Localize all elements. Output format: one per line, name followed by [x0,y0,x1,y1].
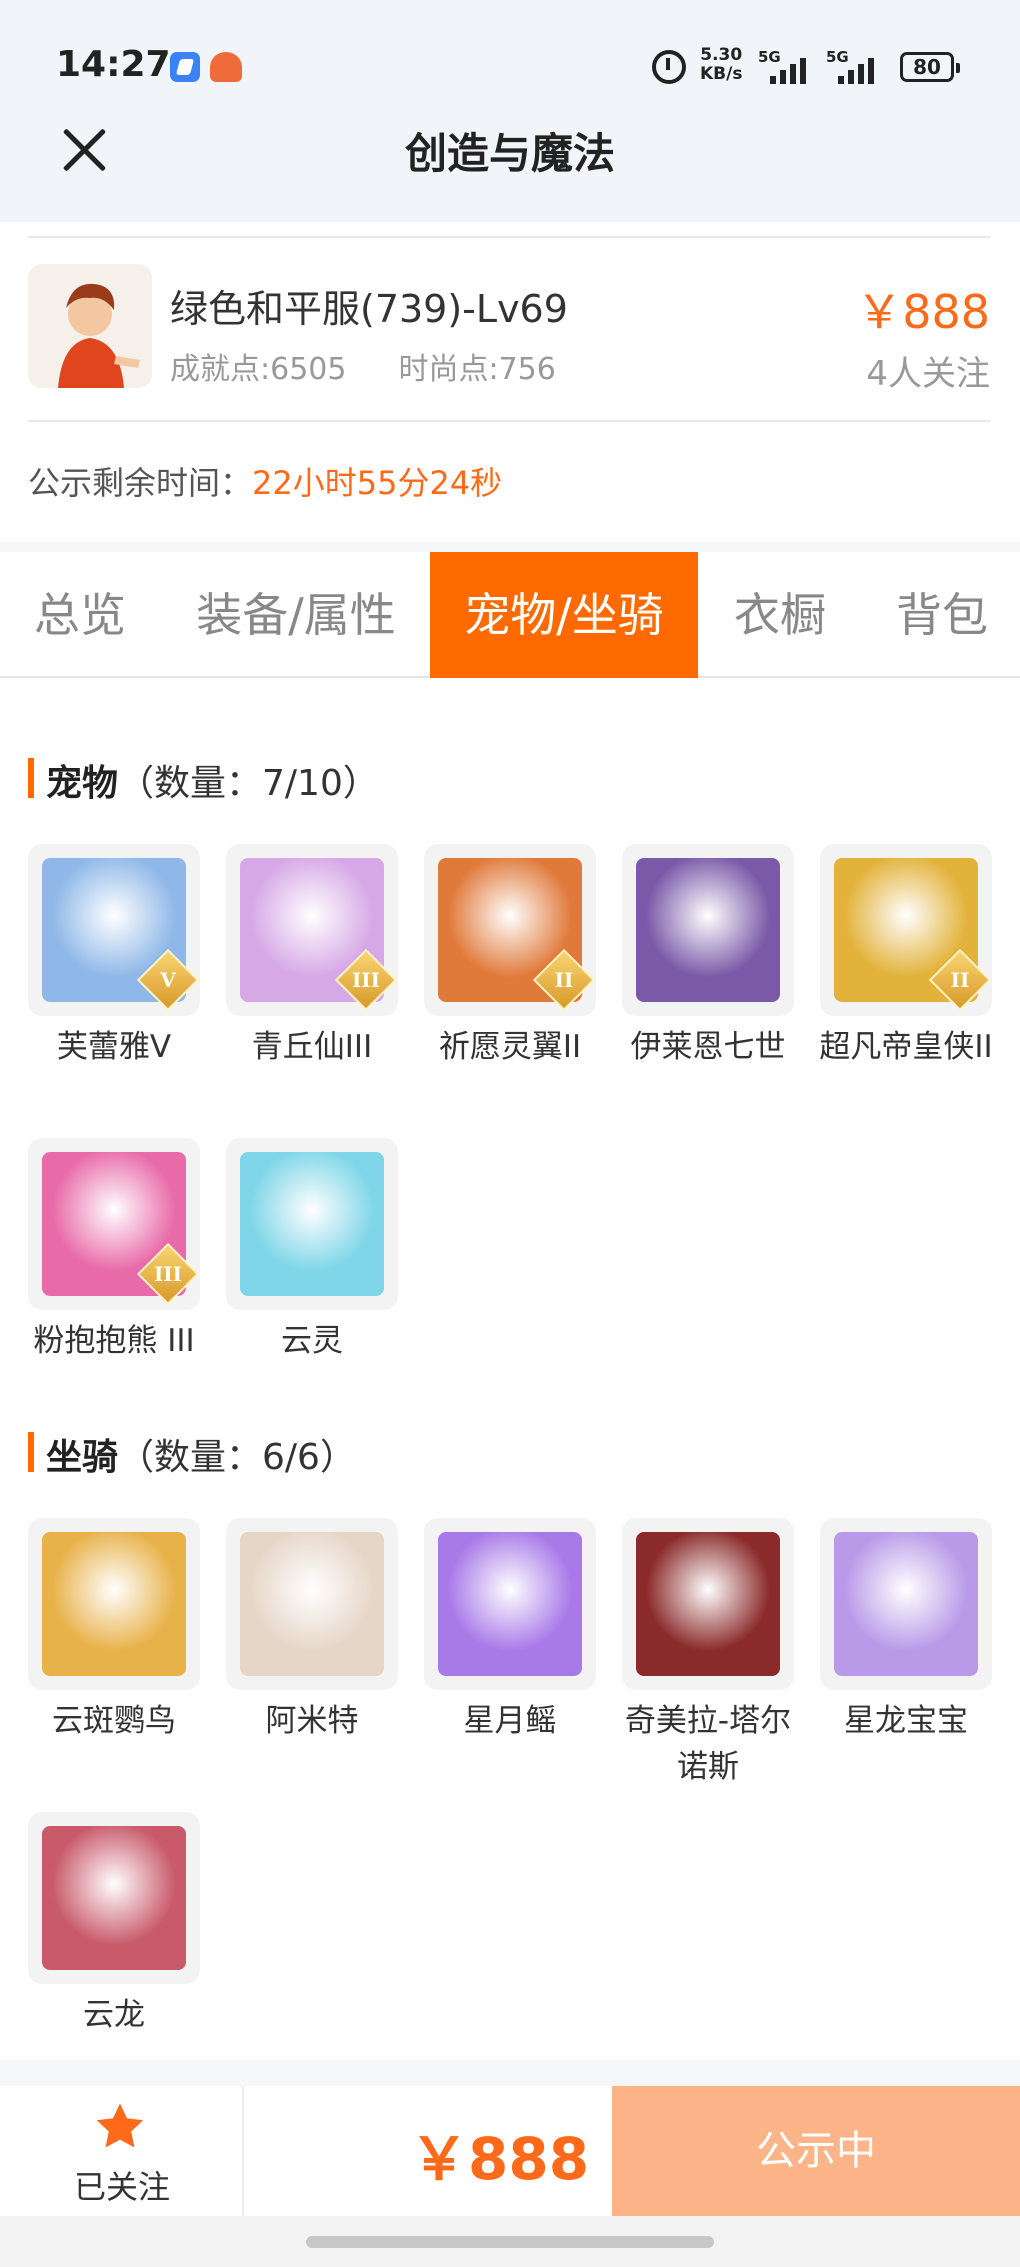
artwork [42,1826,186,1970]
mount-image [28,1518,200,1690]
remaining-time-label: 公示剩余时间： [28,464,253,502]
section-gap [0,542,1020,552]
artwork [42,1532,186,1676]
pet-name: 祈愿灵翼II [438,1029,582,1065]
divider [28,420,990,422]
achievement-points: 成就点:6505 [170,352,347,387]
mount-name: 云斑鹦鸟 [52,1703,176,1739]
pet-name: 粉抱抱熊 III [33,1323,195,1359]
account-info: 绿色和平服(739)-Lv69 成就点:6505 时尚点:756 ￥888 4人关… [0,222,1020,542]
divider [28,236,990,238]
artwork [240,1152,384,1296]
fashion-points: 时尚点:756 [398,352,556,387]
star-icon [96,2103,144,2148]
follow-label: 已关注 [73,2168,170,2206]
mount-name: 星龙宝宝 [844,1703,968,1739]
network-speed: 5.30 KB/s [700,45,743,84]
pet-image [226,1138,398,1310]
mounts-section-title: 坐骑（数量：6/6） [28,1428,356,1480]
app-notification-icon [170,52,200,82]
pet-item[interactable]: III 青丘仙III [226,844,398,1070]
tab-wardrobe[interactable]: 衣橱 [712,552,848,678]
divider [242,2086,244,2216]
account-title: 绿色和平服(739)-Lv69 [170,287,568,331]
mount-name: 星月鳐 [463,1703,557,1739]
section-gap [0,2060,1020,2086]
avatar [28,264,152,388]
remaining-time: 公示剩余时间：22小时55分24秒 [28,458,502,504]
alarm-icon [652,50,686,84]
follow-button[interactable]: 已关注 [0,2086,242,2216]
pet-image: II [820,844,992,1016]
mount-image [622,1518,794,1690]
pet-image: II [424,844,596,1016]
pet-image [622,844,794,1016]
pet-item[interactable]: II 祈愿灵翼II [424,844,596,1070]
status-bar: 14:27 5.30 KB/s 5G 5G 80 [0,0,1020,130]
top-area: 14:27 5.30 KB/s 5G 5G 80 创造与魔法 [0,0,1020,222]
artwork [834,1532,978,1676]
mount-name: 阿米特 [265,1703,359,1739]
pet-name: 芙蕾雅V [56,1029,172,1065]
signal-icon: 5G [826,48,886,84]
artwork [636,858,780,1002]
mount-name: 奇美拉-塔尔诺斯 [624,1703,792,1785]
artwork [438,1532,582,1676]
account-price: ￥888 [856,285,990,339]
mount-item[interactable]: 星龙宝宝 [820,1518,992,1744]
tab-equipment[interactable]: 装备/属性 [176,552,416,678]
mount-item[interactable]: 奇美拉-塔尔诺斯 [622,1518,794,1790]
mount-image [820,1518,992,1690]
tab-overview[interactable]: 总览 [0,552,160,678]
pet-name: 青丘仙III [251,1029,373,1065]
remaining-time-value: 22小时55分24秒 [252,464,503,502]
pet-item[interactable]: V 芙蕾雅V [28,844,200,1070]
pet-image: III [28,1138,200,1310]
pet-item[interactable]: II 超凡帝皇侠II [819,844,993,1070]
pet-name: 云灵 [281,1323,343,1359]
pets-section-title: 宠物（数量：7/10） [28,754,379,806]
pet-item[interactable]: III 粉抱抱熊 III [28,1138,200,1364]
tab-pets-mounts[interactable]: 宠物/坐骑 [430,552,698,678]
status-time: 14:27 [56,44,171,85]
mount-item[interactable]: 阿米特 [226,1518,398,1744]
mount-image [424,1518,596,1690]
tab-backpack[interactable]: 背包 [864,552,1020,678]
account-stats: 成就点:6505 时尚点:756 [170,344,556,388]
followers-count: 4人关注 [866,354,990,394]
pet-name: 超凡帝皇侠II [819,1029,993,1065]
home-indicator[interactable] [306,2236,714,2248]
artwork [240,1532,384,1676]
battery-icon: 80 [900,52,960,82]
mount-item[interactable]: 云斑鹦鸟 [28,1518,200,1744]
pet-image: III [226,844,398,1016]
pet-name: 伊莱恩七世 [630,1029,786,1065]
pet-item[interactable]: 伊莱恩七世 [622,844,794,1070]
mount-item[interactable]: 云龙 [28,1812,200,2038]
bottom-bar: 已关注 ￥888 公示中 [0,2086,1020,2216]
pet-image: V [28,844,200,1016]
mount-image [226,1518,398,1690]
mount-name: 云龙 [83,1997,145,2033]
artwork [636,1532,780,1676]
bottom-price: ￥888 [410,2125,590,2193]
pet-item[interactable]: 云灵 [226,1138,398,1364]
publicity-status-button[interactable]: 公示中 [612,2086,1020,2216]
mount-item[interactable]: 星月鳐 [424,1518,596,1744]
tab-bar: 总览 装备/属性 宠物/坐骑 衣橱 背包 [0,552,1020,678]
page-title: 创造与魔法 [404,129,615,178]
mount-image [28,1812,200,1984]
food-notification-icon [210,52,242,82]
signal-icon: 5G [758,48,818,84]
